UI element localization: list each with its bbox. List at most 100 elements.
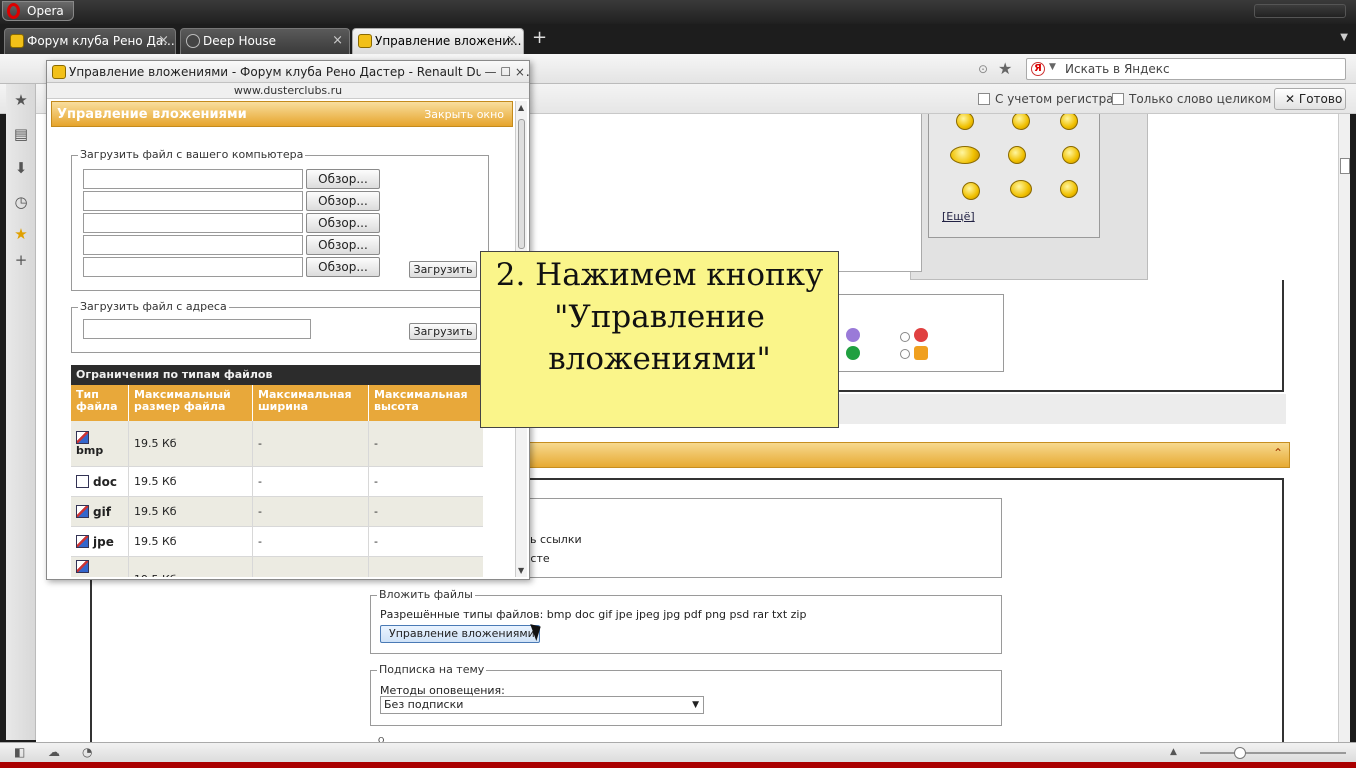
bookmarks-star-icon[interactable]: ★ (13, 92, 29, 108)
zoom-slider[interactable] (1200, 752, 1346, 754)
popup-url: www.dusterclubs.ru (47, 83, 529, 99)
more-smilies-link[interactable]: [Ещё] (942, 210, 975, 223)
popup-scrollbar-thumb[interactable] (518, 119, 525, 249)
search-input[interactable]: Я ▼ Искать в Яндекс (1026, 58, 1346, 80)
limits-header-row: Тип файла Максимальный размер файла Макс… (71, 385, 483, 421)
table-row: jpe 19.5 Кб - - (71, 527, 483, 557)
tab-close-icon[interactable]: × (332, 29, 343, 53)
browse-button-4[interactable]: Обзор... (306, 235, 380, 255)
close-window-link[interactable]: Закрыть окно (424, 108, 504, 121)
unite-cloud-icon[interactable]: ☁ (48, 746, 62, 759)
options-section-header: ⌃ (484, 442, 1290, 468)
tab-close-icon[interactable]: × (158, 29, 169, 53)
popup-titlebar[interactable]: Управление вложениями - Форум клуба Рено… (47, 61, 529, 83)
smiley-icon[interactable] (1062, 146, 1080, 164)
size-cell: 19.5 Кб (129, 421, 253, 466)
tab-menu-chevron-icon[interactable]: ▼ (1340, 32, 1348, 43)
new-tab-button[interactable]: + (532, 28, 547, 48)
post-icon-angry[interactable] (914, 328, 928, 342)
window-controls[interactable] (1254, 4, 1346, 18)
downloads-icon[interactable]: ⬇ (13, 160, 29, 176)
zoom-up-icon[interactable]: ▲ (1170, 746, 1184, 759)
type-cell: doc (71, 467, 129, 496)
smiley-icon[interactable] (962, 182, 980, 200)
opera-menu-label: Opera (27, 4, 64, 18)
browse-button-2[interactable]: Обзор... (306, 191, 380, 211)
tutorial-callout: 2. Нажимем кнопку "Управление вложениями… (480, 251, 839, 428)
post-icon-radio[interactable] (900, 332, 910, 342)
width-cell (253, 557, 369, 577)
done-button[interactable]: ✕ Готово (1274, 88, 1346, 110)
tab-attachments[interactable]: Управление вложени... × (352, 28, 524, 54)
panel-toggle-icon[interactable]: ◧ (14, 746, 28, 759)
smiley-icon[interactable] (1060, 180, 1078, 198)
width-cell: - (253, 497, 369, 526)
status-bar: ◧ ☁ ◔ ▲ (0, 742, 1356, 762)
tab-bar: Форум клуба Рено Да... × Deep House × Уп… (0, 24, 1356, 54)
notes-icon[interactable]: ▤ (13, 126, 29, 142)
attachments-popup-window: Управление вложениями - Форум клуба Рено… (46, 60, 530, 580)
tab-close-icon[interactable]: × (506, 29, 517, 53)
add-panel-icon[interactable]: + (13, 252, 29, 268)
tab-forum[interactable]: Форум клуба Рено Да... × (4, 28, 176, 54)
type-cell: jpe (71, 527, 129, 556)
bookmark-star-icon[interactable]: ★ (998, 59, 1012, 78)
notify-method-select[interactable]: Без подписки ▼ (380, 696, 704, 714)
opera-menu-button[interactable]: Opera (2, 1, 74, 21)
table-row: 19.5 Кб (71, 557, 483, 577)
type-text: jpe (93, 534, 114, 549)
post-icon-radio[interactable] (900, 349, 910, 359)
checkbox-box[interactable] (1112, 93, 1124, 105)
popup-header-title: Управление вложениями (57, 107, 247, 122)
manage-attachments-button[interactable]: Управление вложениями (380, 625, 540, 643)
limits-title: Ограничения по типам файлов (71, 365, 483, 385)
tab-label: Форум клуба Рено Да... (27, 34, 175, 48)
upload-computer-legend: Загрузить файл с вашего компьютера (78, 148, 306, 161)
play-favicon-icon (186, 34, 200, 48)
smiley-icon[interactable] (1008, 146, 1026, 164)
post-icon-sad[interactable] (846, 328, 860, 342)
smiley-icon[interactable] (950, 146, 980, 164)
smiley-icon[interactable] (1010, 180, 1032, 198)
file-input-3[interactable] (83, 213, 303, 233)
tab-deep-house[interactable]: Deep House × (180, 28, 350, 54)
whole-word-checkbox[interactable]: Только слово целиком (1112, 92, 1271, 106)
forum-favicon-icon (10, 34, 24, 48)
taskbar-strip (0, 762, 1356, 768)
file-input-4[interactable] (83, 235, 303, 255)
file-input-5[interactable] (83, 257, 303, 277)
post-icon-thumb[interactable] (914, 346, 928, 360)
match-case-checkbox[interactable]: С учетом регистра (978, 92, 1114, 106)
type-text: gif (93, 504, 111, 519)
checkbox-box[interactable] (978, 93, 990, 105)
browse-button-3[interactable]: Обзор... (306, 213, 380, 233)
message-textarea[interactable] (476, 114, 922, 272)
window-titlebar: Opera (0, 0, 1356, 24)
favorites-star-icon[interactable]: ★ (13, 226, 29, 242)
history-clock-icon[interactable]: ◷ (13, 194, 29, 210)
post-icon-arrow[interactable] (846, 346, 860, 360)
upload-url-button[interactable]: Загрузить (409, 323, 477, 340)
popup-window-controls[interactable]: — ☐ × (480, 61, 525, 82)
search-engine-dropdown-icon[interactable]: ▼ (1049, 62, 1056, 72)
subscribe-legend: Подписка на тему (377, 663, 487, 676)
type-cell: bmp (71, 421, 129, 466)
file-input-2[interactable] (83, 191, 303, 211)
rss-icon[interactable]: ⊙ (978, 62, 992, 76)
upload-button[interactable]: Загрузить (409, 261, 477, 278)
zoom-slider-thumb[interactable] (1234, 747, 1246, 759)
yandex-icon[interactable]: Я (1031, 62, 1045, 76)
collapse-icon[interactable]: ⌃ (1273, 446, 1283, 460)
scroll-up-icon[interactable]: ▲ (518, 103, 524, 112)
speed-dial-gauge-icon[interactable]: ◔ (82, 746, 96, 759)
scrollbar-thumb[interactable] (1340, 158, 1350, 174)
browse-button-1[interactable]: Обзор... (306, 169, 380, 189)
url-input[interactable] (83, 319, 311, 339)
file-input-1[interactable] (83, 169, 303, 189)
popup-body: Управление вложениями Закрыть окно Загру… (51, 101, 513, 577)
scroll-down-icon[interactable]: ▼ (518, 566, 524, 575)
page-scrollbar[interactable] (1338, 114, 1350, 742)
table-row: doc 19.5 Кб - - (71, 467, 483, 497)
opera-logo-icon (7, 3, 20, 19)
browse-button-5[interactable]: Обзор... (306, 257, 380, 277)
